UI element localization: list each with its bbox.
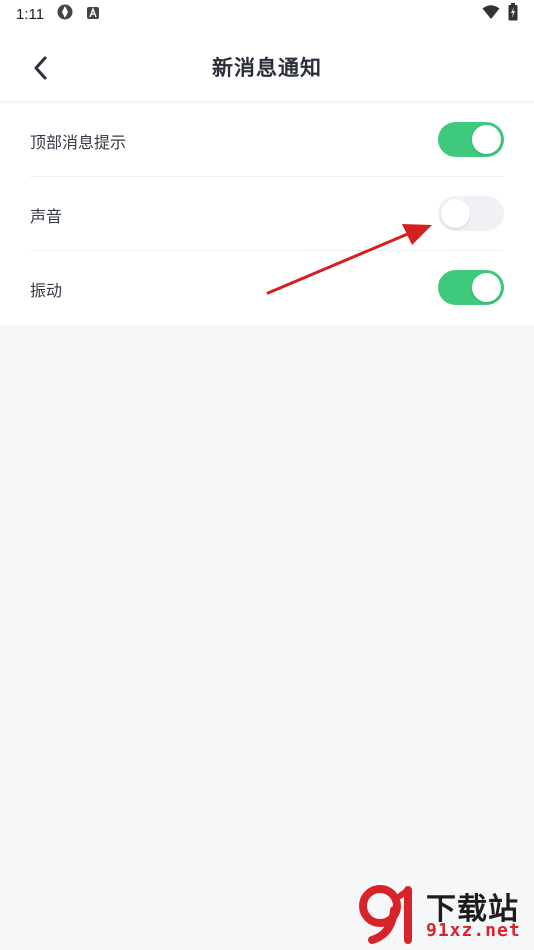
status-time: 1:11: [16, 5, 45, 23]
setting-row-sound: 声音: [30, 177, 504, 251]
toggle-knob: [472, 125, 501, 154]
top-message-toggle[interactable]: [438, 122, 504, 157]
settings-list: 顶部消息提示 声音 振动: [0, 103, 534, 325]
toggle-knob: [441, 199, 470, 228]
page-title: 新消息通知: [212, 56, 322, 80]
status-bar: 1:11: [0, 0, 534, 28]
watermark-91-icon: [359, 885, 412, 944]
vibration-toggle[interactable]: [438, 270, 504, 305]
setting-label: 振动: [30, 281, 63, 300]
sound-toggle[interactable]: [438, 196, 504, 231]
wifi-icon: [482, 4, 500, 24]
watermark-url: 91xz.net: [426, 920, 521, 941]
accessibility-icon: [86, 5, 100, 24]
page-header: 新消息通知: [0, 28, 534, 102]
setting-row-vibration: 振动: [30, 251, 504, 325]
watermark-logo: 下载站 91xz.net: [358, 884, 528, 946]
setting-row-top-message: 顶部消息提示: [30, 103, 504, 177]
app-notification-icon: [56, 3, 74, 25]
setting-label: 顶部消息提示: [30, 133, 127, 152]
setting-label: 声音: [30, 207, 63, 226]
toggle-knob: [472, 273, 501, 302]
battery-icon: [508, 3, 518, 25]
